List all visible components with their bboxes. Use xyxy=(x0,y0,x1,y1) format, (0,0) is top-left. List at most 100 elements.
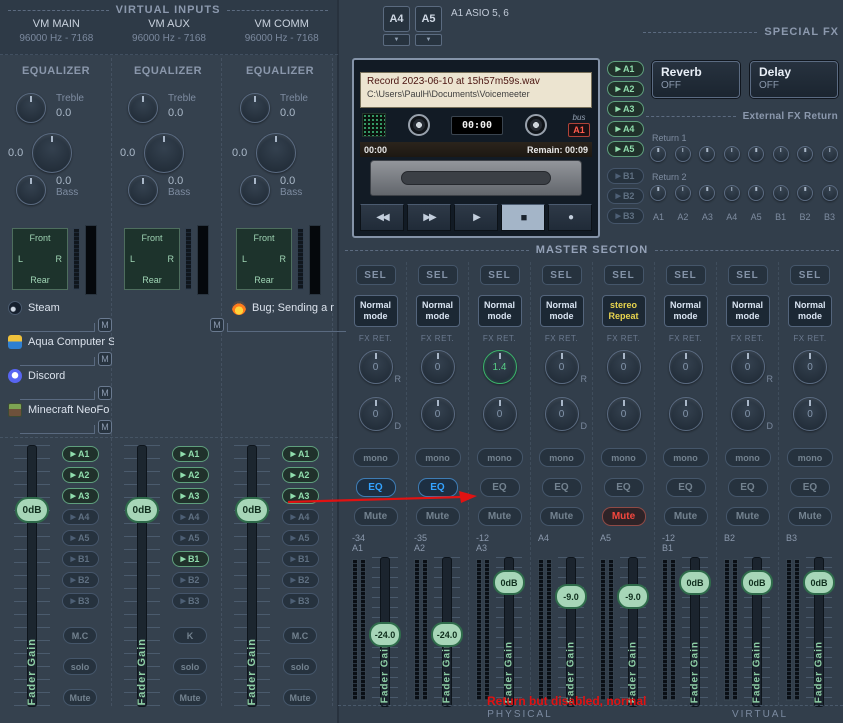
delay-return-knob[interactable]: 0 xyxy=(483,397,517,431)
record-button[interactable]: ● xyxy=(548,204,592,231)
karaoke-button[interactable]: K xyxy=(173,627,207,644)
reverb-return-knob[interactable]: 0 xyxy=(421,350,455,384)
fader-handle[interactable]: 0dB xyxy=(235,497,269,523)
delay-return-knob[interactable]: 0 xyxy=(421,397,455,431)
dropdown-arrow-icon[interactable]: ▼ xyxy=(415,34,442,46)
dropdown-arrow-icon[interactable]: ▼ xyxy=(383,34,410,46)
route-a4-button[interactable]: ▶A4 xyxy=(607,121,644,137)
route-a3-button[interactable]: ▶A3 xyxy=(172,488,209,504)
delay-return-knob[interactable]: 0 xyxy=(359,397,393,431)
route-a4-button[interactable]: ▶A4 xyxy=(172,509,209,525)
return2-a2-knob[interactable] xyxy=(675,185,691,201)
eq-button[interactable]: EQ xyxy=(604,478,644,497)
fast-forward-button[interactable]: ▶▶ xyxy=(407,204,451,231)
mc-button[interactable]: M.C xyxy=(63,627,97,644)
return1-a1-knob[interactable] xyxy=(650,146,666,162)
mute-button[interactable]: Mute xyxy=(478,507,522,526)
mono-button[interactable]: mono xyxy=(539,448,585,467)
reverb-button[interactable]: Reverb OFF xyxy=(652,61,740,98)
route-a2-button[interactable]: ▶A2 xyxy=(62,467,99,483)
route-b1-button[interactable]: ▶B1 xyxy=(172,551,209,567)
return1-a2-knob[interactable] xyxy=(675,146,691,162)
stop-button[interactable]: ■ xyxy=(501,204,545,231)
route-a4-button[interactable]: ▶A4 xyxy=(62,509,99,525)
route-a5-button[interactable]: ▶A5 xyxy=(172,530,209,546)
mid-knob[interactable] xyxy=(256,133,296,173)
return2-b3-knob[interactable] xyxy=(822,185,838,201)
sel-button[interactable]: SEL xyxy=(790,265,830,285)
mono-button[interactable]: mono xyxy=(477,448,523,467)
eq-button[interactable]: EQ xyxy=(790,478,830,497)
rewind-button[interactable]: ◀◀ xyxy=(360,204,404,231)
return1-b3-knob[interactable] xyxy=(822,146,838,162)
mono-button[interactable]: mono xyxy=(787,448,833,467)
reverb-return-knob[interactable]: 0 xyxy=(545,350,579,384)
fader-handle[interactable]: -24.0 xyxy=(369,622,401,647)
recorder-file-display[interactable]: Record 2023-06-10 at 15h57m59s.wav C:\Us… xyxy=(360,72,592,108)
mono-button[interactable]: mono xyxy=(725,448,771,467)
route-a4-button[interactable]: ▶A4 xyxy=(282,509,319,525)
route-b1-button[interactable]: ▶B1 xyxy=(282,551,319,567)
sel-button[interactable]: SEL xyxy=(418,265,458,285)
mute-button[interactable]: Mute xyxy=(173,689,207,706)
app-mute-button[interactable]: M xyxy=(98,318,112,332)
pan-position-panel[interactable]: FrontLRRear xyxy=(124,228,180,290)
eq-button[interactable]: EQ xyxy=(666,478,706,497)
mode-button[interactable]: Normalmode xyxy=(726,295,770,327)
reverb-return-knob[interactable]: 0 xyxy=(607,350,641,384)
delay-return-knob[interactable]: 0 xyxy=(731,397,765,431)
bus-value[interactable]: A1 xyxy=(568,123,590,137)
route-a2-button[interactable]: ▶A2 xyxy=(607,81,644,97)
delay-return-knob[interactable]: 0 xyxy=(545,397,579,431)
mode-button[interactable]: Normalmode xyxy=(788,295,832,327)
route-b1-button[interactable]: ▶B1 xyxy=(62,551,99,567)
fader-handle[interactable]: -9.0 xyxy=(617,584,649,609)
route-a1-button[interactable]: ▶A1 xyxy=(607,61,644,77)
bass-knob[interactable] xyxy=(240,175,270,205)
route-b2-button[interactable]: ▶B2 xyxy=(607,188,644,204)
app-mute-button[interactable]: M xyxy=(98,352,112,366)
eq-button[interactable]: EQ xyxy=(728,478,768,497)
delay-return-knob[interactable]: 0 xyxy=(607,397,641,431)
app-mute-button[interactable]: M xyxy=(210,318,224,332)
return2-a3-knob[interactable] xyxy=(699,185,715,201)
route-b1-button[interactable]: ▶B1 xyxy=(607,168,644,184)
mode-button[interactable]: Normalmode xyxy=(540,295,584,327)
delay-return-knob[interactable]: 0 xyxy=(793,397,827,431)
route-a3-button[interactable]: ▶A3 xyxy=(607,101,644,117)
delay-return-knob[interactable]: 0 xyxy=(669,397,703,431)
play-button[interactable]: ▶ xyxy=(454,204,498,231)
fader-handle[interactable]: -24.0 xyxy=(431,622,463,647)
sel-button[interactable]: SEL xyxy=(728,265,768,285)
sel-button[interactable]: SEL xyxy=(666,265,706,285)
bass-knob[interactable] xyxy=(16,175,46,205)
mute-button[interactable]: Mute xyxy=(416,507,460,526)
route-b2-button[interactable]: ▶B2 xyxy=(62,572,99,588)
mode-button[interactable]: Normalmode xyxy=(354,295,398,327)
hw-out-a4-button[interactable]: A4 xyxy=(383,6,410,32)
route-a1-button[interactable]: ▶A1 xyxy=(282,446,319,462)
mode-button[interactable]: stereoRepeat xyxy=(602,295,646,327)
fader-track[interactable]: Fader Gain0dB xyxy=(120,445,164,707)
route-a2-button[interactable]: ▶A2 xyxy=(172,467,209,483)
pan-position-panel[interactable]: FrontLRRear xyxy=(236,228,292,290)
eq-button[interactable]: EQ xyxy=(542,478,582,497)
reverb-return-knob[interactable]: 0 xyxy=(731,350,765,384)
fader-handle[interactable]: -9.0 xyxy=(555,584,587,609)
mode-button[interactable]: Normalmode xyxy=(478,295,522,327)
mute-button[interactable]: Mute xyxy=(664,507,708,526)
mute-button[interactable]: Mute xyxy=(283,689,317,706)
fader-track[interactable]: Fader Gain0dB xyxy=(10,445,54,707)
return2-a1-knob[interactable] xyxy=(650,185,666,201)
mc-button[interactable]: M.C xyxy=(283,627,317,644)
mono-button[interactable]: mono xyxy=(353,448,399,467)
eq-button[interactable]: EQ xyxy=(480,478,520,497)
mode-button[interactable]: Normalmode xyxy=(416,295,460,327)
route-b3-button[interactable]: ▶B3 xyxy=(62,593,99,609)
delay-button[interactable]: Delay OFF xyxy=(750,61,838,98)
treble-knob[interactable] xyxy=(16,93,46,123)
bass-knob[interactable] xyxy=(128,175,158,205)
fader-handle[interactable]: 0dB xyxy=(803,570,835,595)
mid-knob[interactable] xyxy=(144,133,184,173)
route-a1-button[interactable]: ▶A1 xyxy=(62,446,99,462)
